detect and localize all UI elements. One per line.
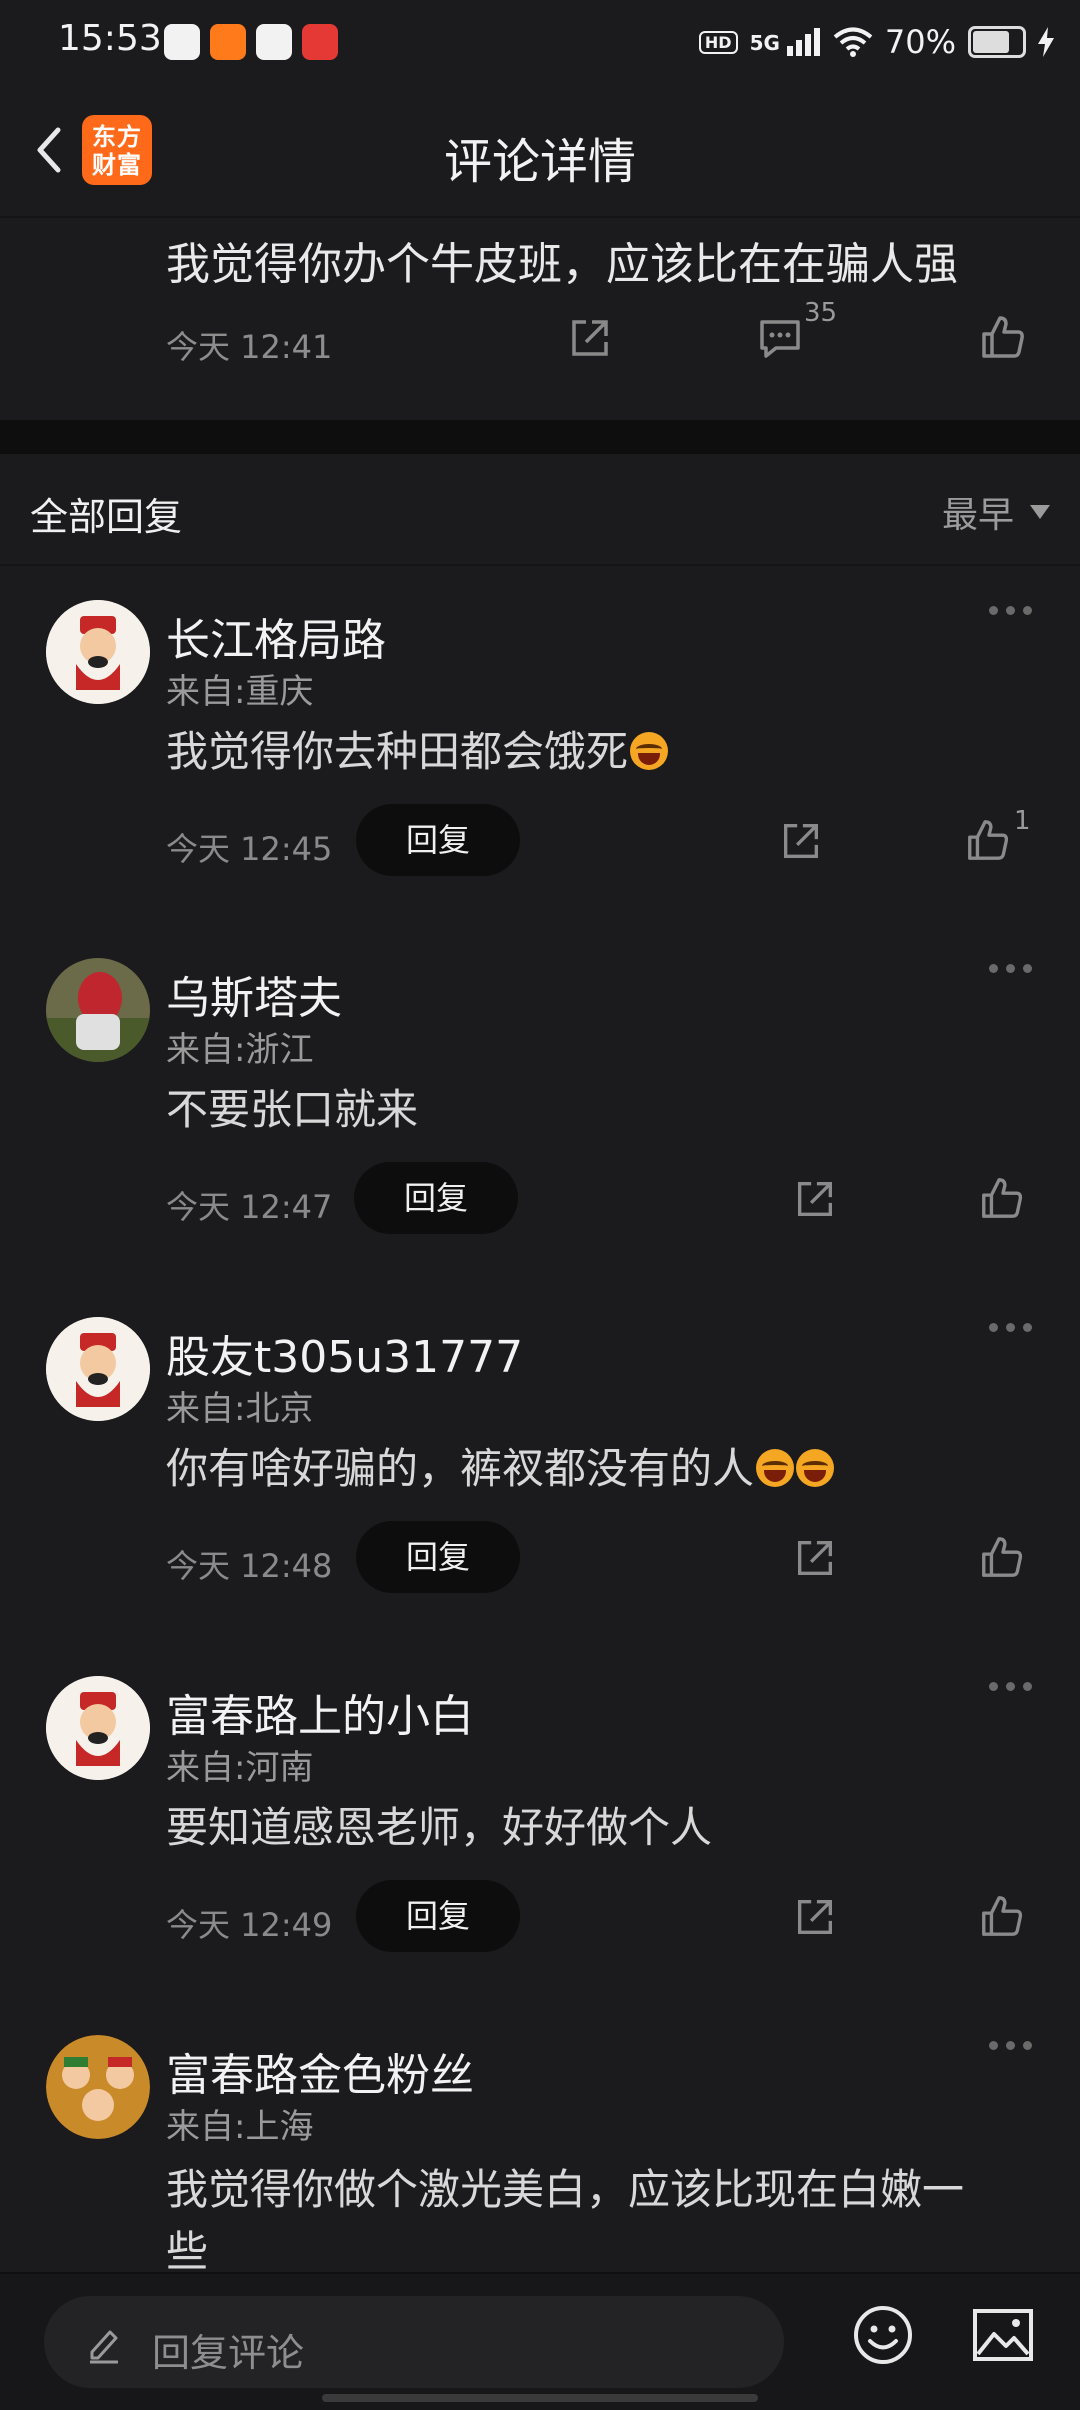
comment-item: 富春路金色粉丝 来自:上海 我觉得你做个激光美白，应该比现在白嫩一 些	[0, 1999, 1080, 2272]
comment-content: 要知道感恩老师，好好做个人	[166, 1803, 713, 1852]
all-replies-title: 全部回复	[30, 495, 183, 539]
commenter-name[interactable]: 乌斯塔夫	[166, 962, 342, 1026]
section-divider	[0, 420, 1080, 454]
reply-button[interactable]: 回复	[356, 1880, 520, 1952]
wifi-icon	[833, 27, 873, 57]
share-icon[interactable]	[778, 818, 824, 864]
original-comment-time: 今天 12:41	[166, 328, 333, 366]
comment-content: 我觉得你做个激光美白，应该比现在白嫩一 些	[166, 2159, 964, 2272]
more-icon[interactable]	[989, 1682, 1032, 1691]
share-icon[interactable]	[792, 1894, 838, 1940]
share-icon[interactable]	[792, 1176, 838, 1222]
comment-text: 我觉得你去种田都会饿死	[166, 727, 629, 776]
commenter-location: 来自:北京	[166, 1389, 314, 1429]
laughing-emoji-icon	[630, 732, 669, 770]
reply-input-placeholder: 回复评论	[152, 2331, 305, 2375]
nav-bar: 东方 财富 评论详情	[0, 84, 1080, 218]
commenter-location: 来自:河南	[166, 1748, 314, 1788]
reply-button[interactable]: 回复	[356, 804, 520, 876]
more-icon[interactable]	[989, 964, 1032, 973]
comment-time: 今天 12:45	[166, 830, 333, 868]
commenter-name[interactable]: 股友t305u31777	[166, 1321, 523, 1385]
avatar[interactable]	[46, 958, 150, 1062]
comment-content: 不要张口就来	[166, 1085, 419, 1134]
status-bar: 15:53 HD 5G 70%	[0, 0, 1080, 84]
like-icon[interactable]	[978, 1892, 1026, 1940]
commenter-name[interactable]: 长江格局路	[166, 604, 386, 668]
battery-icon	[968, 26, 1026, 58]
commenter-location: 来自:浙江	[166, 1030, 314, 1070]
comment-content: 你有啥好骗的，裤衩都没有的人	[166, 1441, 835, 1497]
like-icon[interactable]	[978, 312, 1028, 362]
charging-icon	[1038, 27, 1054, 57]
pencil-icon	[90, 2330, 118, 2364]
commenter-location: 来自:上海	[166, 2107, 314, 2147]
original-comment: 我觉得你办个牛皮班，应该比在在骗人强 今天 12:41 35	[0, 216, 1080, 420]
image-icon[interactable]	[972, 2308, 1034, 2362]
reply-button[interactable]: 回复	[356, 1521, 520, 1593]
sort-label: 最早	[941, 495, 1014, 536]
reply-input[interactable]: 回复评论	[44, 2296, 784, 2388]
reply-button[interactable]: 回复	[354, 1162, 518, 1234]
signal-icon: 5G	[750, 28, 821, 56]
like-icon[interactable]	[978, 1533, 1026, 1581]
emoji-icon[interactable]	[852, 2304, 914, 2366]
avatar[interactable]	[46, 600, 150, 704]
comment-time: 今天 12:48	[166, 1547, 333, 1585]
comment-time: 今天 12:49	[166, 1906, 333, 1944]
comment-text: 你有啥好骗的，裤衩都没有的人	[166, 1444, 755, 1493]
laughing-emoji-icon	[796, 1449, 835, 1487]
app-notification-icon	[256, 24, 292, 60]
bottom-bar: 回复评论	[0, 2272, 1080, 2410]
comment-content: 我觉得你去种田都会饿死	[166, 724, 669, 780]
home-indicator[interactable]	[322, 2394, 758, 2402]
comment-icon[interactable]	[756, 314, 804, 362]
dropdown-arrow-icon	[1030, 505, 1050, 519]
reply-count: 35	[804, 298, 838, 328]
status-time: 15:53	[58, 18, 162, 59]
like-icon[interactable]	[964, 816, 1012, 864]
comment-text-line1: 我觉得你做个激光美白，应该比现在白嫩一	[166, 2165, 965, 2214]
avatar[interactable]	[46, 1676, 150, 1780]
more-icon[interactable]	[989, 606, 1032, 615]
replies-header: 全部回复 最早	[0, 454, 1080, 566]
commenter-location: 来自:重庆	[166, 672, 314, 712]
app-notification-icon	[210, 24, 246, 60]
more-icon[interactable]	[989, 2041, 1032, 2050]
laughing-emoji-icon	[756, 1449, 795, 1487]
avatar[interactable]	[46, 2035, 150, 2139]
comment-item: 乌斯塔夫 来自:浙江 不要张口就来 今天 12:47 回复	[0, 922, 1080, 1280]
like-icon[interactable]	[978, 1174, 1026, 1222]
comment-item: 富春路上的小白 来自:河南 要知道感恩老师，好好做个人 今天 12:49 回复	[0, 1640, 1080, 1998]
sort-dropdown[interactable]: 最早	[942, 486, 1050, 538]
like-count: 1	[1014, 806, 1031, 836]
battery-percent: 70%	[884, 23, 956, 61]
commenter-name[interactable]: 富春路金色粉丝	[166, 2039, 474, 2103]
app-notification-icon	[164, 24, 200, 60]
page-title: 评论详情	[443, 134, 636, 190]
comment-time: 今天 12:47	[166, 1188, 333, 1226]
commenter-name[interactable]: 富春路上的小白	[166, 1680, 474, 1744]
share-icon[interactable]	[792, 1535, 838, 1581]
network-type: 5G	[749, 31, 780, 55]
comment-item: 股友t305u31777 来自:北京 你有啥好骗的，裤衩都没有的人 今天 12:…	[0, 1281, 1080, 1639]
share-icon[interactable]	[566, 314, 614, 362]
original-comment-text: 我觉得你办个牛皮班，应该比在在骗人强	[166, 239, 958, 290]
comment-item: 长江格局路 来自:重庆 我觉得你去种田都会饿死 今天 12:45 回复 1	[0, 564, 1080, 922]
app-notification-icon	[302, 24, 338, 60]
hd-icon: HD	[698, 30, 738, 54]
more-icon[interactable]	[989, 1323, 1032, 1332]
comment-text-line2: 些	[166, 2227, 209, 2272]
avatar[interactable]	[46, 1317, 150, 1421]
